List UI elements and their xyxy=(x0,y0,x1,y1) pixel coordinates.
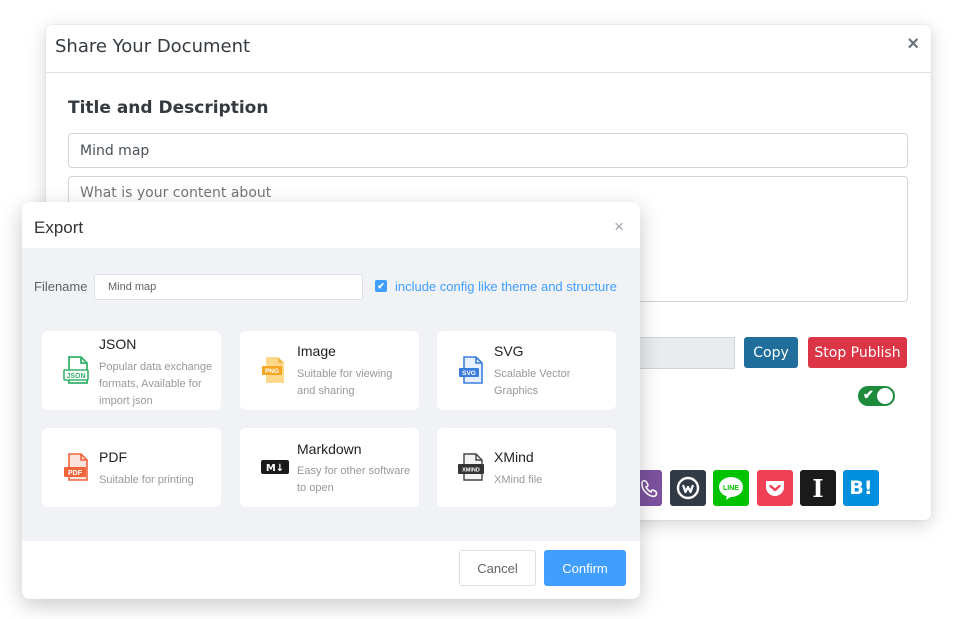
svg-text:SVG: SVG xyxy=(462,370,476,377)
export-dialog-footer: Cancel Confirm xyxy=(22,541,640,599)
copy-button[interactable]: Copy xyxy=(744,337,798,368)
format-card-markdown[interactable]: M↓ Markdown Easy for other software to o… xyxy=(240,428,419,507)
pocket-icon[interactable] xyxy=(757,470,793,506)
workplace-icon[interactable] xyxy=(670,470,706,506)
format-description: Scalable Vector Graphics xyxy=(494,368,571,397)
xmind-file-icon: XMIND xyxy=(458,453,484,481)
png-file-icon: PNG xyxy=(262,357,284,383)
export-dialog: Export × Filename ✔ include config like … xyxy=(22,202,640,599)
format-card-svg[interactable]: SVG SVG Scalable Vector Graphics xyxy=(437,331,616,410)
title-input[interactable] xyxy=(68,133,908,168)
format-card-image[interactable]: PNG Image Suitable for viewing and shari… xyxy=(240,331,419,410)
check-icon: ✔ xyxy=(863,387,874,402)
svg-file-icon: SVG xyxy=(459,356,483,384)
format-description: Easy for other software to open xyxy=(297,465,411,494)
pdf-file-icon: PDF xyxy=(64,453,88,481)
format-title: PDF xyxy=(99,449,127,465)
svg-text:M↓: M↓ xyxy=(266,463,284,474)
include-config-checkbox[interactable]: ✔ xyxy=(375,280,387,292)
filename-label: Filename xyxy=(34,279,88,294)
stop-publish-button[interactable]: Stop Publish xyxy=(808,337,907,368)
format-title: Image xyxy=(297,343,336,359)
svg-text:LINE: LINE xyxy=(723,485,739,492)
format-card-xmind[interactable]: XMIND XMind XMind file xyxy=(437,428,616,507)
share-link-field[interactable] xyxy=(631,337,735,369)
format-title: Markdown xyxy=(297,441,362,457)
markdown-icon: M↓ xyxy=(261,460,289,474)
export-dialog-title: Export xyxy=(34,218,84,237)
svg-text:PNG: PNG xyxy=(265,368,279,375)
filename-input[interactable] xyxy=(94,274,363,300)
format-description: Popular data exchange formats, Available… xyxy=(99,361,213,407)
section-title: Title and Description xyxy=(68,98,269,118)
hatena-bookmark-icon[interactable]: B! xyxy=(843,470,879,506)
publish-toggle[interactable]: ✔ xyxy=(858,386,895,406)
close-icon[interactable]: × xyxy=(614,218,624,235)
format-card-json[interactable]: JSON JSON Popular data exchange formats,… xyxy=(42,331,221,410)
toggle-knob xyxy=(877,388,893,404)
cancel-button[interactable]: Cancel xyxy=(459,550,536,586)
svg-text:XMIND: XMIND xyxy=(462,468,480,474)
share-dialog-title: Share Your Document xyxy=(55,36,251,57)
svg-text:PDF: PDF xyxy=(68,470,83,477)
close-icon[interactable]: × xyxy=(907,34,919,54)
format-title: XMind xyxy=(494,449,534,465)
format-description: Suitable for printing xyxy=(99,474,194,486)
format-title: JSON xyxy=(99,336,137,352)
instapaper-icon[interactable]: I xyxy=(800,470,836,506)
svg-text:JSON: JSON xyxy=(66,373,85,380)
confirm-button[interactable]: Confirm xyxy=(544,550,626,586)
format-title: SVG xyxy=(494,343,524,359)
include-config-label[interactable]: include config like theme and structure xyxy=(395,279,617,294)
format-description: XMind file xyxy=(494,474,543,486)
share-dialog-header: Share Your Document × xyxy=(46,25,931,73)
format-description: Suitable for viewing and sharing xyxy=(297,368,393,397)
format-card-pdf[interactable]: PDF PDF Suitable for printing xyxy=(42,428,221,507)
export-dialog-header: Export × xyxy=(22,202,640,248)
line-icon[interactable]: LINE xyxy=(713,470,749,506)
json-file-icon: JSON xyxy=(63,356,89,384)
